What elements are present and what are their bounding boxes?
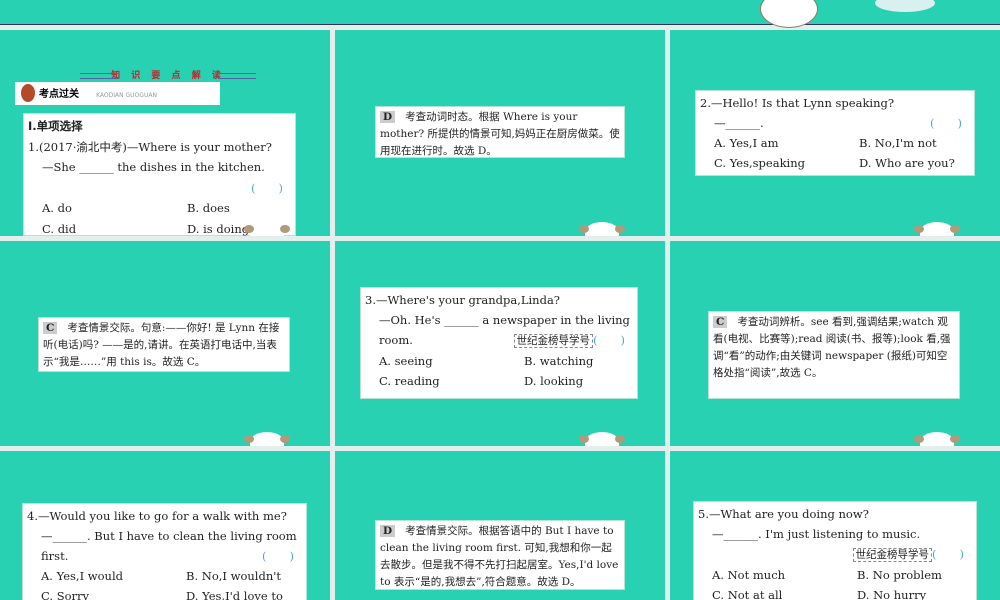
bubble-icon [875, 0, 935, 12]
question-card: 2.—Hello! Is that Lynn speaking? —______… [695, 90, 975, 176]
question-card: Ⅰ.单项选择 1.(2017·渝北中考)—Where is your mothe… [23, 113, 296, 236]
question-line: —Oh. He's ______ a newspaper in the livi… [379, 313, 630, 327]
explanation-text: 考查情景交际。根据答语中的 But I have to clean the li… [380, 525, 619, 588]
answer-paren: ( ) [251, 180, 283, 195]
answer-paren: ( ) [262, 549, 294, 563]
top-banner [0, 0, 1000, 28]
option-d: D. Yes,I'd love to [186, 589, 283, 600]
question-text: 5.—What are you doing now? [698, 507, 869, 521]
option-b: B. watching [524, 354, 594, 368]
slide-thumbnail-2[interactable]: D 考查动词时态。根据 Where is your mother? 所提供的情景可… [335, 30, 665, 236]
slide-thumbnail-6[interactable]: C 考查动词辨析。see 看到,强调结果;watch 观看(电视、比赛等);rea… [670, 241, 1000, 446]
mascot-icon [244, 432, 290, 446]
question-text: 3.—Where's your grandpa,Linda? [365, 293, 560, 307]
slide-thumbnail-3[interactable]: 2.—Hello! Is that Lynn speaking? —______… [670, 30, 1000, 236]
option-a: A. Yes,I would [41, 569, 123, 583]
answer-tag: D [380, 525, 396, 537]
guide-number-stamp: 世纪金榜导学号 [513, 334, 594, 348]
option-c: C. did [42, 221, 77, 236]
option-b: B. does [187, 201, 230, 215]
question-line: —______. But I have to clean the living … [41, 529, 297, 543]
option-a: A. do [42, 201, 72, 215]
section-title: 考点过关 [39, 89, 79, 100]
answer-tag: C [713, 316, 728, 328]
slide-thumbnail-1[interactable]: 知 识 要 点 解 读 考点过关 KAODIAN GUOGUAN Ⅰ.单项选择 … [0, 30, 330, 236]
option-d: D. Who are you? [859, 156, 955, 170]
mascot-icon [914, 432, 960, 446]
explanation-card: D 考查动词时态。根据 Where is your mother? 所提供的情景可… [375, 106, 625, 158]
mascot-icon [579, 432, 625, 446]
question-card: 3.—Where's your grandpa,Linda? —Oh. He's… [360, 287, 638, 399]
girl-avatar-icon [21, 84, 35, 102]
slide-thumbnail-5[interactable]: 3.—Where's your grandpa,Linda? —Oh. He's… [335, 241, 665, 446]
answer-paren: ( ) [932, 547, 964, 561]
explanation-text: 考查动词辨析。see 看到,强调结果;watch 观看(电视、比赛等);read… [713, 316, 951, 379]
question-line: first. [41, 549, 69, 563]
mascot-icon [914, 222, 960, 236]
explanation-text: 考查情景交际。句意:——你好! 是 Lynn 在接听(电话)吗? ——是的,请讲… [43, 322, 280, 368]
slide-thumbnail-8[interactable]: D 考查情景交际。根据答语中的 But I have to clean the l… [335, 451, 665, 600]
section-header: 考点过关 KAODIAN GUOGUAN [15, 82, 220, 105]
option-d: D. No hurry [857, 588, 927, 600]
option-a: A. seeing [379, 354, 433, 368]
explanation-card: D 考查情景交际。根据答语中的 But I have to clean the l… [375, 520, 625, 590]
answer-paren: ( ) [930, 116, 962, 130]
option-b: B. No,I wouldn't [186, 569, 282, 583]
mascot-icon [244, 222, 290, 236]
question-line: —She ______ the dishes in the kitchen. [42, 160, 265, 174]
question-line: —______. [714, 116, 764, 130]
option-c: C. Yes,speaking [714, 156, 805, 170]
question-card: 5.—What are you doing now? —______. I'm … [693, 501, 977, 600]
section-banner: 知 识 要 点 解 读 [80, 68, 256, 81]
option-c: C. reading [379, 374, 440, 388]
question-card: 4.—Would you like to go for a walk with … [22, 503, 307, 600]
section-heading: Ⅰ.单项选择 [28, 119, 83, 133]
question-text: 2.—Hello! Is that Lynn speaking? [700, 96, 895, 110]
option-c: C. Sorry [41, 589, 89, 600]
mascot-icon [579, 222, 625, 236]
question-line: —______. I'm just listening to music. [712, 527, 921, 541]
explanation-text: 考查动词时态。根据 Where is your mother? 所提供的情景可知… [380, 111, 620, 157]
option-b: B. No problem [857, 568, 942, 582]
option-c: C. Not at all [712, 588, 783, 600]
answer-tag: D [380, 111, 396, 123]
section-subtitle: KAODIAN GUOGUAN [96, 92, 157, 99]
slide-thumbnail-7[interactable]: 4.—Would you like to go for a walk with … [0, 451, 330, 600]
guide-number-stamp: 世纪金榜导学号 [852, 548, 933, 562]
mascot-icon [760, 0, 818, 28]
option-a: A. Not much [712, 568, 786, 582]
option-a: A. Yes,I am [714, 136, 779, 150]
explanation-card: C 考查动词辨析。see 看到,强调结果;watch 观看(电视、比赛等);rea… [708, 311, 960, 399]
question-text: 4.—Would you like to go for a walk with … [27, 509, 287, 523]
question-text: 1.(2017·渝北中考)—Where is your mother? [28, 139, 272, 154]
question-line: room. [379, 333, 413, 347]
slide-thumbnail-9[interactable]: 5.—What are you doing now? —______. I'm … [670, 451, 1000, 600]
slide-thumbnail-4[interactable]: C 考查情景交际。句意:——你好! 是 Lynn 在接听(电话)吗? ——是的,请… [0, 241, 330, 446]
option-d: D. looking [524, 374, 584, 388]
option-b: B. No,I'm not [859, 136, 937, 150]
answer-tag: C [43, 322, 58, 334]
answer-paren: ( ) [593, 333, 625, 347]
explanation-card: C 考查情景交际。句意:——你好! 是 Lynn 在接听(电话)吗? ——是的,请… [38, 317, 290, 372]
